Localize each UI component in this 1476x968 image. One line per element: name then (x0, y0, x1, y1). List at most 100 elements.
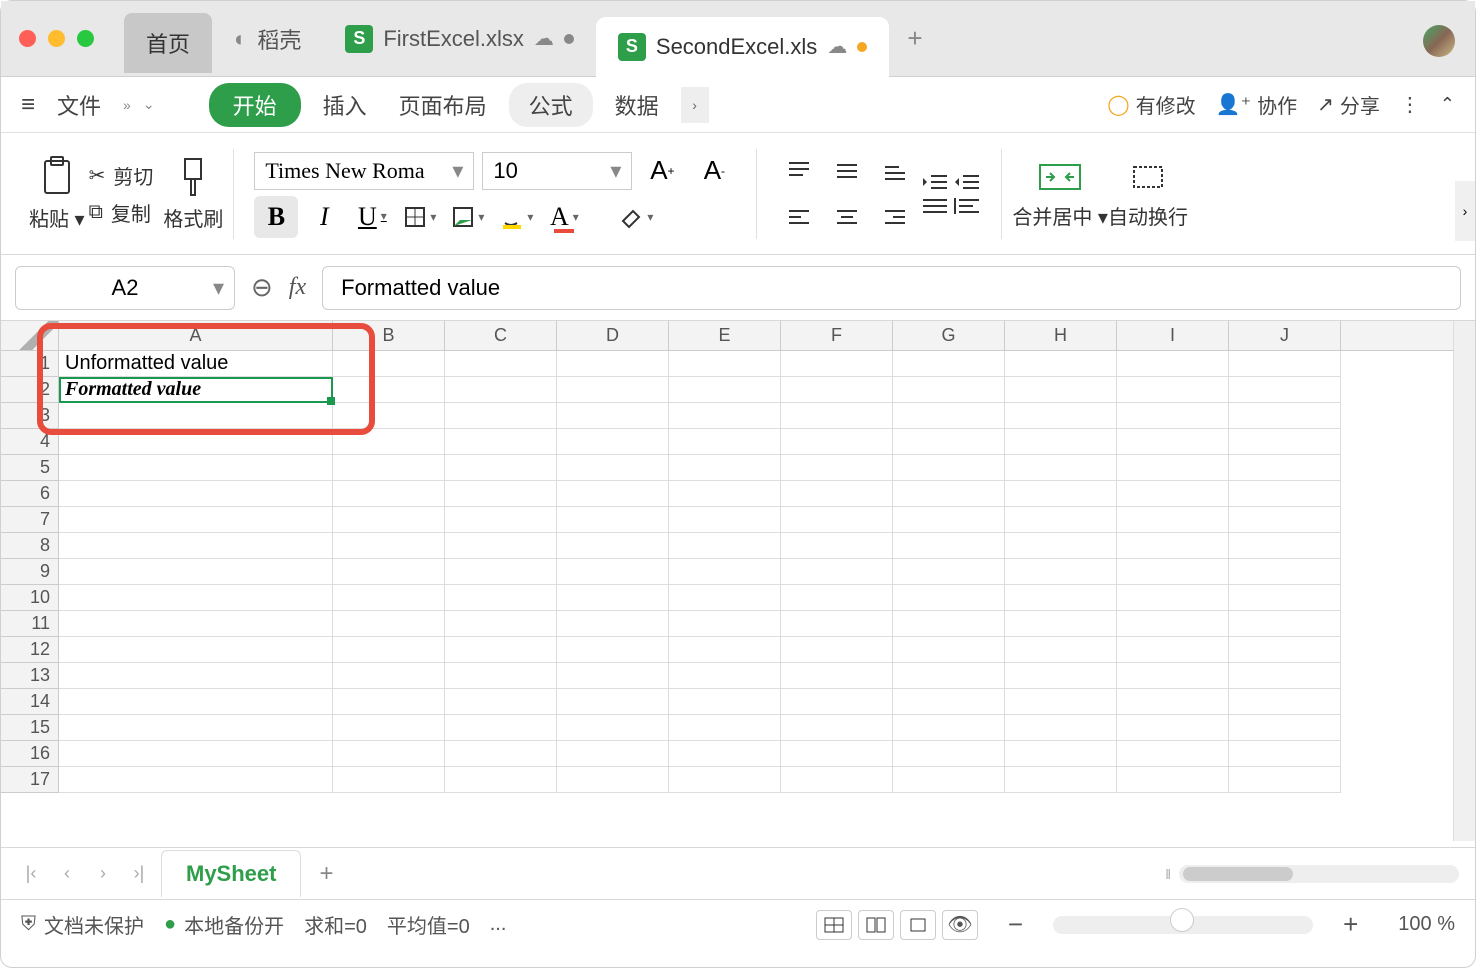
col-header-A[interactable]: A (59, 321, 333, 350)
format-painter-button[interactable]: 格式刷 (163, 155, 223, 232)
row-header-1[interactable]: 1 (1, 351, 59, 377)
cell-C17[interactable] (445, 767, 557, 793)
cell-E8[interactable] (669, 533, 781, 559)
name-box[interactable]: A2 ▾ (15, 266, 235, 310)
chevron-right-icon[interactable]: » (123, 97, 131, 113)
zoom-out-button[interactable]: − (998, 909, 1033, 940)
cell-D11[interactable] (557, 611, 669, 637)
cell-A14[interactable] (59, 689, 333, 715)
cell-E1[interactable] (669, 351, 781, 377)
protect-status[interactable]: ⛨文档未保护 (21, 910, 144, 939)
minimize-window-icon[interactable] (48, 30, 65, 47)
cell-G5[interactable] (893, 455, 1005, 481)
cell-B8[interactable] (333, 533, 445, 559)
cell-E3[interactable] (669, 403, 781, 429)
underline-button[interactable]: U (350, 196, 394, 238)
cell-H4[interactable] (1005, 429, 1117, 455)
has-changes-button[interactable]: ◯有修改 (1107, 90, 1195, 119)
row-header-17[interactable]: 17 (1, 767, 59, 793)
italic-button[interactable]: I (302, 196, 346, 238)
spreadsheet-grid[interactable]: A B C D E F G H I J 12345678910111213141… (1, 321, 1475, 847)
collab-button[interactable]: 👤⁺协作 (1216, 90, 1297, 119)
cell-J16[interactable] (1229, 741, 1341, 767)
cell-I16[interactable] (1117, 741, 1229, 767)
zoom-percent[interactable]: 100 % (1398, 913, 1455, 936)
cell-I10[interactable] (1117, 585, 1229, 611)
cell-D14[interactable] (557, 689, 669, 715)
cell-G14[interactable] (893, 689, 1005, 715)
cell-H1[interactable] (1005, 351, 1117, 377)
cell-E11[interactable] (669, 611, 781, 637)
cell-H12[interactable] (1005, 637, 1117, 663)
cell-J15[interactable] (1229, 715, 1341, 741)
col-header-C[interactable]: C (445, 321, 557, 350)
cell-F11[interactable] (781, 611, 893, 637)
cells-area[interactable]: Unformatted valueFormatted value (59, 351, 1341, 793)
cell-B1[interactable] (333, 351, 445, 377)
cell-E16[interactable] (669, 741, 781, 767)
cell-F15[interactable] (781, 715, 893, 741)
cell-E14[interactable] (669, 689, 781, 715)
cell-D4[interactable] (557, 429, 669, 455)
cell-I7[interactable] (1117, 507, 1229, 533)
right-panel-collapsed[interactable] (1453, 321, 1475, 841)
cell-G13[interactable] (893, 663, 1005, 689)
align-bottom-button[interactable] (873, 150, 917, 192)
row-header-10[interactable]: 10 (1, 585, 59, 611)
cell-H11[interactable] (1005, 611, 1117, 637)
cell-F7[interactable] (781, 507, 893, 533)
cell-F14[interactable] (781, 689, 893, 715)
cell-I13[interactable] (1117, 663, 1229, 689)
row-header-8[interactable]: 8 (1, 533, 59, 559)
cell-H3[interactable] (1005, 403, 1117, 429)
chevron-down-icon[interactable]: ⌄ (143, 96, 155, 113)
cell-F4[interactable] (781, 429, 893, 455)
cell-E15[interactable] (669, 715, 781, 741)
cell-B10[interactable] (333, 585, 445, 611)
cell-G15[interactable] (893, 715, 1005, 741)
row-header-16[interactable]: 16 (1, 741, 59, 767)
justify-button[interactable] (921, 196, 949, 216)
row-header-4[interactable]: 4 (1, 429, 59, 455)
cell-H13[interactable] (1005, 663, 1117, 689)
cell-F16[interactable] (781, 741, 893, 767)
cell-A15[interactable] (59, 715, 333, 741)
cell-G17[interactable] (893, 767, 1005, 793)
cell-E2[interactable] (669, 377, 781, 403)
cell-B6[interactable] (333, 481, 445, 507)
increase-indent-button[interactable] (953, 172, 981, 192)
cell-B13[interactable] (333, 663, 445, 689)
reading-view-button[interactable]: 👁 (942, 910, 978, 940)
split-icon[interactable]: ‖ (1165, 866, 1171, 882)
zoom-icon[interactable]: ⊖ (251, 272, 273, 303)
cell-D13[interactable] (557, 663, 669, 689)
cell-B12[interactable] (333, 637, 445, 663)
zoom-slider[interactable] (1053, 911, 1313, 939)
copy-button[interactable]: ⧉复制 (89, 198, 154, 227)
cell-C13[interactable] (445, 663, 557, 689)
cell-F2[interactable] (781, 377, 893, 403)
cell-C2[interactable] (445, 377, 557, 403)
cell-I11[interactable] (1117, 611, 1229, 637)
cell-B11[interactable] (333, 611, 445, 637)
zoom-in-button[interactable]: + (1333, 909, 1368, 940)
cell-E9[interactable] (669, 559, 781, 585)
row-header-12[interactable]: 12 (1, 637, 59, 663)
row-header-13[interactable]: 13 (1, 663, 59, 689)
col-header-I[interactable]: I (1117, 321, 1229, 350)
formula-input[interactable]: Formatted value (322, 266, 1461, 310)
sheet-last-button[interactable]: ›| (125, 860, 153, 888)
cell-B17[interactable] (333, 767, 445, 793)
cell-H6[interactable] (1005, 481, 1117, 507)
cell-D10[interactable] (557, 585, 669, 611)
col-header-B[interactable]: B (333, 321, 445, 350)
home-tab[interactable]: 首页 (124, 13, 212, 73)
col-header-F[interactable]: F (781, 321, 893, 350)
cell-J1[interactable] (1229, 351, 1341, 377)
cell-B2[interactable] (333, 377, 445, 403)
cell-H14[interactable] (1005, 689, 1117, 715)
page-layout-view-button[interactable] (858, 910, 894, 940)
cell-J7[interactable] (1229, 507, 1341, 533)
cell-A9[interactable] (59, 559, 333, 585)
cell-J17[interactable] (1229, 767, 1341, 793)
